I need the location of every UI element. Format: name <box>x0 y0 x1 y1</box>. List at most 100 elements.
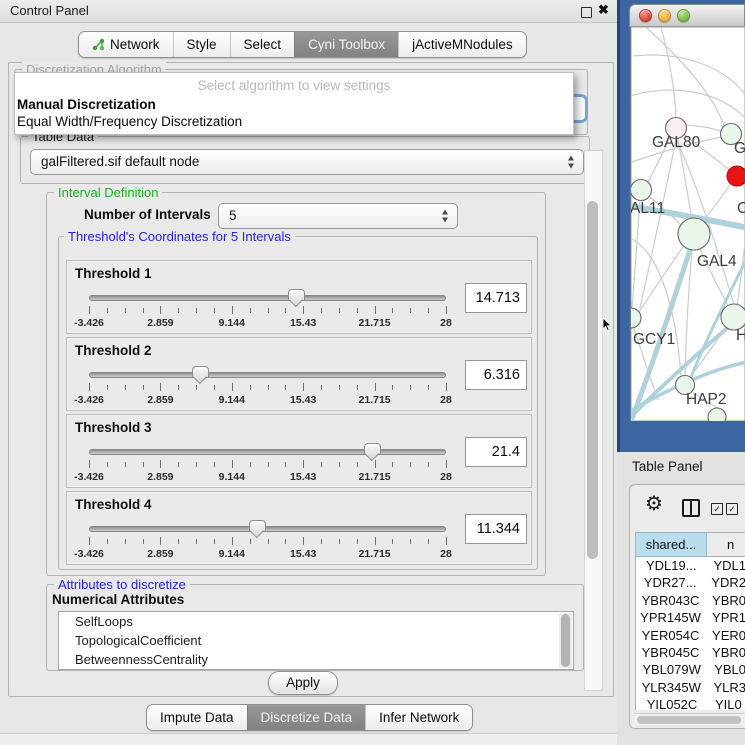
cell-name[interactable]: YBR0 <box>705 644 745 661</box>
float-window-icon[interactable] <box>581 7 592 18</box>
table-row[interactable]: YIL052CYIL0 <box>636 696 745 710</box>
slider-track[interactable] <box>89 295 446 301</box>
attribute-item-selfloops[interactable]: SelfLoops <box>59 612 573 631</box>
cell-shared-name[interactable]: YLR345W <box>636 679 706 696</box>
panel-scrollbar-thumb[interactable] <box>587 201 598 559</box>
split-columns-icon[interactable] <box>682 499 700 517</box>
table-row[interactable]: YLR345WYLR3 <box>636 679 745 696</box>
zoom-light-icon[interactable] <box>677 9 690 22</box>
table-hscrollbar-thumb[interactable] <box>637 716 741 724</box>
network-node[interactable] <box>727 166 745 186</box>
tab-infer-network[interactable]: Infer Network <box>365 705 472 730</box>
cell-shared-name[interactable]: YBR045C <box>636 644 705 661</box>
cell-name[interactable]: YDR2 <box>704 574 745 591</box>
gear-icon[interactable]: ⚙ <box>645 493 663 515</box>
slider-tick <box>446 460 447 468</box>
threshold-slider[interactable]: -3.4262.8599.14415.4321.71528 <box>89 366 446 408</box>
slider-thumb[interactable] <box>192 366 209 378</box>
cell-name[interactable]: YPR1 <box>705 609 745 626</box>
slider-tick <box>160 383 161 391</box>
slider-thumb[interactable] <box>249 520 266 532</box>
cell-shared-name[interactable]: YDL19... <box>636 557 706 574</box>
cell-name[interactable]: YIL0 <box>708 696 742 710</box>
slider-ticks <box>89 306 446 315</box>
threshold-value-field[interactable]: 14.713 <box>465 283 527 313</box>
cell-shared-name[interactable]: YIL052C <box>636 696 708 710</box>
slider-tick-labels: -3.4262.8599.14415.4321.71528 <box>89 471 446 483</box>
cell-shared-name[interactable]: YDR27... <box>636 574 704 591</box>
attribute-item-betweennesscentrality[interactable]: BetweennessCentrality <box>59 650 573 669</box>
tab-select[interactable]: Select <box>230 32 295 57</box>
slider-tick <box>285 308 286 313</box>
table-row[interactable]: YER054CYER0 <box>636 627 745 644</box>
cell-name[interactable]: YBR0 <box>705 592 745 609</box>
network-canvas[interactable]: GAL80GACGAL11GAL4GCY1HAHAP2 <box>617 27 745 421</box>
list-scrollbar[interactable] <box>559 613 572 668</box>
table-row[interactable]: YBR043CYBR0 <box>636 592 745 609</box>
attribute-item-topologicalcoefficient[interactable]: TopologicalCoefficient <box>59 631 573 650</box>
number-of-intervals-combobox[interactable]: 5 <box>218 203 458 229</box>
network-node-label: GAL4 <box>697 253 737 270</box>
tab-cyni-toolbox[interactable]: Cyni Toolbox <box>294 32 398 57</box>
column-header-shared[interactable]: shared... <box>635 532 707 557</box>
threshold-value-field[interactable]: 11.344 <box>465 514 527 544</box>
tab-network[interactable]: Network <box>79 32 173 57</box>
slider-tick <box>232 383 233 391</box>
cell-name[interactable]: YER0 <box>705 627 745 644</box>
tick-label: -3.426 <box>74 471 104 483</box>
popup-option-equal-width-frequency[interactable]: Equal Width/Frequency Discretization <box>17 114 242 129</box>
slider-track[interactable] <box>89 372 446 378</box>
network-node-gal4[interactable] <box>678 218 710 250</box>
close-icon[interactable]: ✖ <box>598 2 609 18</box>
threshold-value-field[interactable]: 6.316 <box>465 360 527 390</box>
threshold-value-field[interactable]: 21.4 <box>465 437 527 467</box>
table-row[interactable]: YDR27...YDR2 <box>636 574 745 591</box>
slider-tick <box>125 462 126 467</box>
checkbox-icon[interactable]: ✓ <box>726 503 738 515</box>
cell-name[interactable]: YDL1 <box>706 557 745 574</box>
cell-name[interactable]: YBL0 <box>707 661 745 678</box>
slider-tick <box>339 308 340 313</box>
cell-shared-name[interactable]: YPR145W <box>636 609 705 626</box>
slider-track[interactable] <box>89 449 446 455</box>
threshold-panel: Threshold 2-3.4262.8599.14415.4321.71528… <box>66 337 532 411</box>
column-header-name[interactable]: n <box>707 532 745 557</box>
tab-jactivemnodules[interactable]: jActiveMNodules <box>398 32 526 57</box>
tab-discretize-data[interactable]: Discretize Data <box>247 705 366 730</box>
cell-name[interactable]: YLR3 <box>706 679 745 696</box>
slider-thumb[interactable] <box>364 443 381 455</box>
numerical-attributes-list[interactable]: SelfLoopsTopologicalCoefficientBetweenne… <box>58 611 574 670</box>
threshold-slider[interactable]: -3.4262.8599.14415.4321.71528 <box>89 289 446 331</box>
threshold-slider[interactable]: -3.4262.8599.14415.4321.71528 <box>89 520 446 562</box>
apply-button[interactable]: Apply <box>268 671 338 695</box>
slider-track[interactable] <box>89 526 446 532</box>
table-row[interactable]: YBR045CYBR0 <box>636 644 745 661</box>
network-node[interactable] <box>708 408 726 421</box>
close-light-icon[interactable] <box>639 9 652 22</box>
table-data-combobox[interactable]: galFiltered.sif default node <box>30 149 584 175</box>
panel-scrollbar[interactable] <box>584 150 603 691</box>
table-hscrollbar[interactable] <box>634 713 745 725</box>
slider-tick <box>375 537 376 545</box>
slider-tick <box>214 539 215 544</box>
tab-style[interactable]: Style <box>173 32 230 57</box>
network-node-gal11[interactable] <box>631 180 652 201</box>
threshold-panel: Threshold 1-3.4262.8599.14415.4321.71528… <box>66 260 532 334</box>
popup-option-manual-discretization[interactable]: Manual Discretization <box>17 97 156 112</box>
tab-impute-data[interactable]: Impute Data <box>147 705 247 730</box>
cell-shared-name[interactable]: YBR043C <box>636 592 705 609</box>
threshold-slider[interactable]: -3.4262.8599.14415.4321.71528 <box>89 443 446 485</box>
network-node-gcy1[interactable] <box>621 308 641 328</box>
cell-shared-name[interactable]: YBL079W <box>636 661 707 678</box>
slider-thumb[interactable] <box>288 289 305 301</box>
minimize-light-icon[interactable] <box>658 9 671 22</box>
slider-tick <box>178 462 179 467</box>
cell-shared-name[interactable]: YER054C <box>636 627 705 644</box>
checkbox-icon[interactable]: ✓ <box>711 503 723 515</box>
table-row[interactable]: YPR145WYPR1 <box>636 609 745 626</box>
table-row[interactable]: YBL079WYBL0 <box>636 661 745 678</box>
slider-tick <box>178 385 179 390</box>
slider-tick <box>303 537 304 545</box>
table-row[interactable]: YDL19...YDL1 <box>636 557 745 574</box>
list-scrollbar-thumb[interactable] <box>561 614 570 667</box>
